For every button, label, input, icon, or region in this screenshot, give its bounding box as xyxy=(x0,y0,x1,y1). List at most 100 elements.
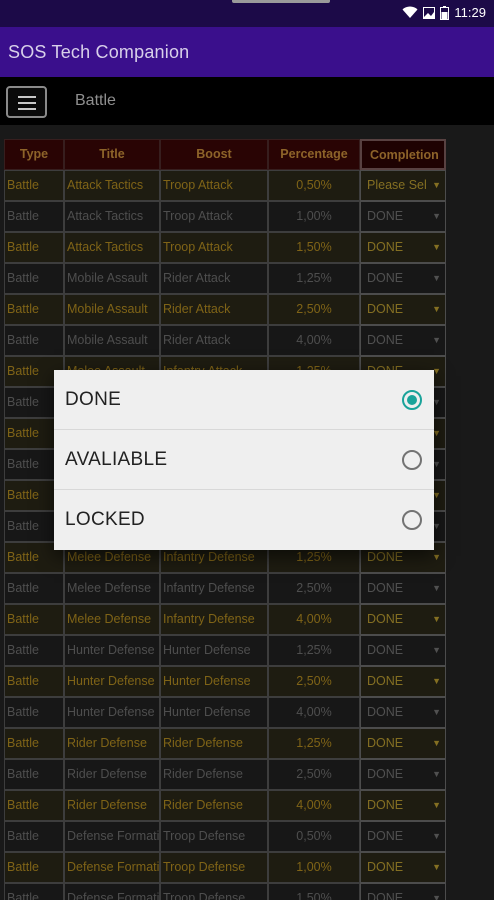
cell-percentage-text: 1,25% xyxy=(296,271,332,285)
menu-button[interactable] xyxy=(6,86,47,118)
completion-dropdown-text: DONE xyxy=(367,240,404,254)
cell-percentage: 4,00% xyxy=(268,325,360,356)
cell-percentage: 0,50% xyxy=(268,821,360,852)
cell-boost: Rider Defense xyxy=(160,728,268,759)
completion-dropdown-text: DONE xyxy=(367,705,404,719)
completion-dropdown[interactable]: DONE ▼ xyxy=(360,821,446,852)
completion-dropdown[interactable]: DONE ▼ xyxy=(360,604,446,635)
completion-dropdown[interactable]: DONE ▼ xyxy=(360,759,446,790)
cell-type-text: Battle xyxy=(7,488,39,502)
cell-percentage-text: 4,00% xyxy=(296,612,332,626)
app-title: SOS Tech Companion xyxy=(8,42,190,62)
completion-choice-dialog: DONE AVALIABLE LOCKED xyxy=(54,370,434,550)
cell-title-text: Attack Tactics xyxy=(67,240,144,254)
cell-title: Melee Defense xyxy=(64,573,160,604)
cell-boost-text: Infantry Defense xyxy=(163,581,255,595)
radio-button-icon[interactable] xyxy=(402,510,422,530)
cell-type-text: Battle xyxy=(7,271,39,285)
status-bar: 11:29 xyxy=(0,0,494,27)
cell-title: Melee Defense xyxy=(64,604,160,635)
header-percentage: Percentage xyxy=(268,139,360,170)
option-locked[interactable]: LOCKED xyxy=(54,490,434,550)
completion-dropdown-text: DONE xyxy=(367,550,404,564)
cell-type-text: Battle xyxy=(7,550,39,564)
cell-title: Mobile Assault xyxy=(64,263,160,294)
cell-boost: Rider Attack xyxy=(160,294,268,325)
cell-type: Battle xyxy=(4,852,64,883)
cell-type-text: Battle xyxy=(7,674,39,688)
cell-type-text: Battle xyxy=(7,426,39,440)
completion-dropdown-text: DONE xyxy=(367,798,404,812)
cell-type-text: Battle xyxy=(7,891,39,900)
cell-percentage-text: 2,50% xyxy=(296,767,332,781)
cell-boost-text: Hunter Defense xyxy=(163,674,251,688)
cell-boost: Hunter Defense xyxy=(160,666,268,697)
completion-dropdown-text: DONE xyxy=(367,829,404,843)
completion-dropdown[interactable]: Please Sel ▼ xyxy=(360,170,446,201)
completion-dropdown-text: DONE xyxy=(367,581,404,595)
completion-dropdown[interactable]: DONE ▼ xyxy=(360,728,446,759)
cell-percentage-text: 0,50% xyxy=(296,178,332,192)
cell-type: Battle xyxy=(4,697,64,728)
cell-type-text: Battle xyxy=(7,581,39,595)
cell-title-text: Mobile Assault xyxy=(67,271,148,285)
cell-boost-text: Rider Attack xyxy=(163,333,231,347)
cell-title-text: Defense Formati xyxy=(67,829,160,843)
menu-icon xyxy=(18,102,36,104)
menu-icon xyxy=(18,108,36,110)
completion-dropdown[interactable]: DONE ▼ xyxy=(360,852,446,883)
table-row: Battle Hunter Defense Hunter Defense 4,00% D… xyxy=(4,697,446,728)
table-row: Battle Mobile Assault Rider Attack 2,50% DON… xyxy=(4,294,446,325)
completion-dropdown[interactable]: DONE ▼ xyxy=(360,325,446,356)
cell-boost: Troop Attack xyxy=(160,170,268,201)
cell-boost-text: Troop Attack xyxy=(163,209,233,223)
completion-dropdown[interactable]: DONE ▼ xyxy=(360,294,446,325)
cell-title-text: Hunter Defense xyxy=(67,643,155,657)
completion-dropdown[interactable]: DONE ▼ xyxy=(360,697,446,728)
completion-dropdown-text: DONE xyxy=(367,891,404,900)
table-row: Battle Mobile Assault Rider Attack 1,25% DON… xyxy=(4,263,446,294)
status-icons: 11:29 xyxy=(402,5,486,20)
option-available[interactable]: AVALIABLE xyxy=(54,430,434,490)
completion-dropdown-text: DONE xyxy=(367,271,404,285)
cell-percentage: 1,00% xyxy=(268,852,360,883)
cell-percentage: 1,00% xyxy=(268,201,360,232)
dropdown-arrow-icon: ▼ xyxy=(432,211,441,221)
cell-title-text: Rider Defense xyxy=(67,798,147,812)
table-row: Battle Melee Defense Infantry Defense 2,50%… xyxy=(4,573,446,604)
table-row: Battle Attack Tactics Troop Attack 1,00% DON… xyxy=(4,201,446,232)
cell-type: Battle xyxy=(4,728,64,759)
completion-dropdown[interactable]: DONE ▼ xyxy=(360,635,446,666)
completion-dropdown[interactable]: DONE ▼ xyxy=(360,201,446,232)
radio-button-icon[interactable] xyxy=(402,390,422,410)
completion-dropdown[interactable]: DONE ▼ xyxy=(360,790,446,821)
cell-title: Defense Formati xyxy=(64,821,160,852)
cell-type: Battle xyxy=(4,759,64,790)
dropdown-arrow-icon: ▼ xyxy=(432,583,441,593)
dropdown-arrow-icon: ▼ xyxy=(432,645,441,655)
cell-type-text: Battle xyxy=(7,395,39,409)
cell-type-text: Battle xyxy=(7,302,39,316)
cell-percentage: 1,50% xyxy=(268,232,360,263)
cell-title: Mobile Assault xyxy=(64,294,160,325)
completion-dropdown[interactable]: DONE ▼ xyxy=(360,573,446,604)
cell-boost-text: Rider Attack xyxy=(163,271,231,285)
toolbar: Battle xyxy=(0,77,494,125)
completion-dropdown[interactable]: DONE ▼ xyxy=(360,232,446,263)
cell-type: Battle xyxy=(4,883,64,900)
radio-button-icon[interactable] xyxy=(402,450,422,470)
option-done[interactable]: DONE xyxy=(54,370,434,430)
option-done-label: DONE xyxy=(65,389,122,410)
cell-percentage-text: 1,00% xyxy=(296,209,332,223)
dropdown-arrow-icon: ▼ xyxy=(432,180,441,190)
completion-dropdown[interactable]: DONE ▼ xyxy=(360,883,446,900)
completion-dropdown[interactable]: DONE ▼ xyxy=(360,263,446,294)
app-bar: SOS Tech Companion xyxy=(0,27,494,77)
cell-type-text: Battle xyxy=(7,643,39,657)
completion-dropdown[interactable]: DONE ▼ xyxy=(360,666,446,697)
cell-type-text: Battle xyxy=(7,333,39,347)
table-row: Battle Hunter Defense Hunter Defense 2,50% D… xyxy=(4,666,446,697)
cell-percentage-text: 1,00% xyxy=(296,860,332,874)
cell-percentage: 1,25% xyxy=(268,728,360,759)
dropdown-arrow-icon: ▼ xyxy=(432,862,441,872)
